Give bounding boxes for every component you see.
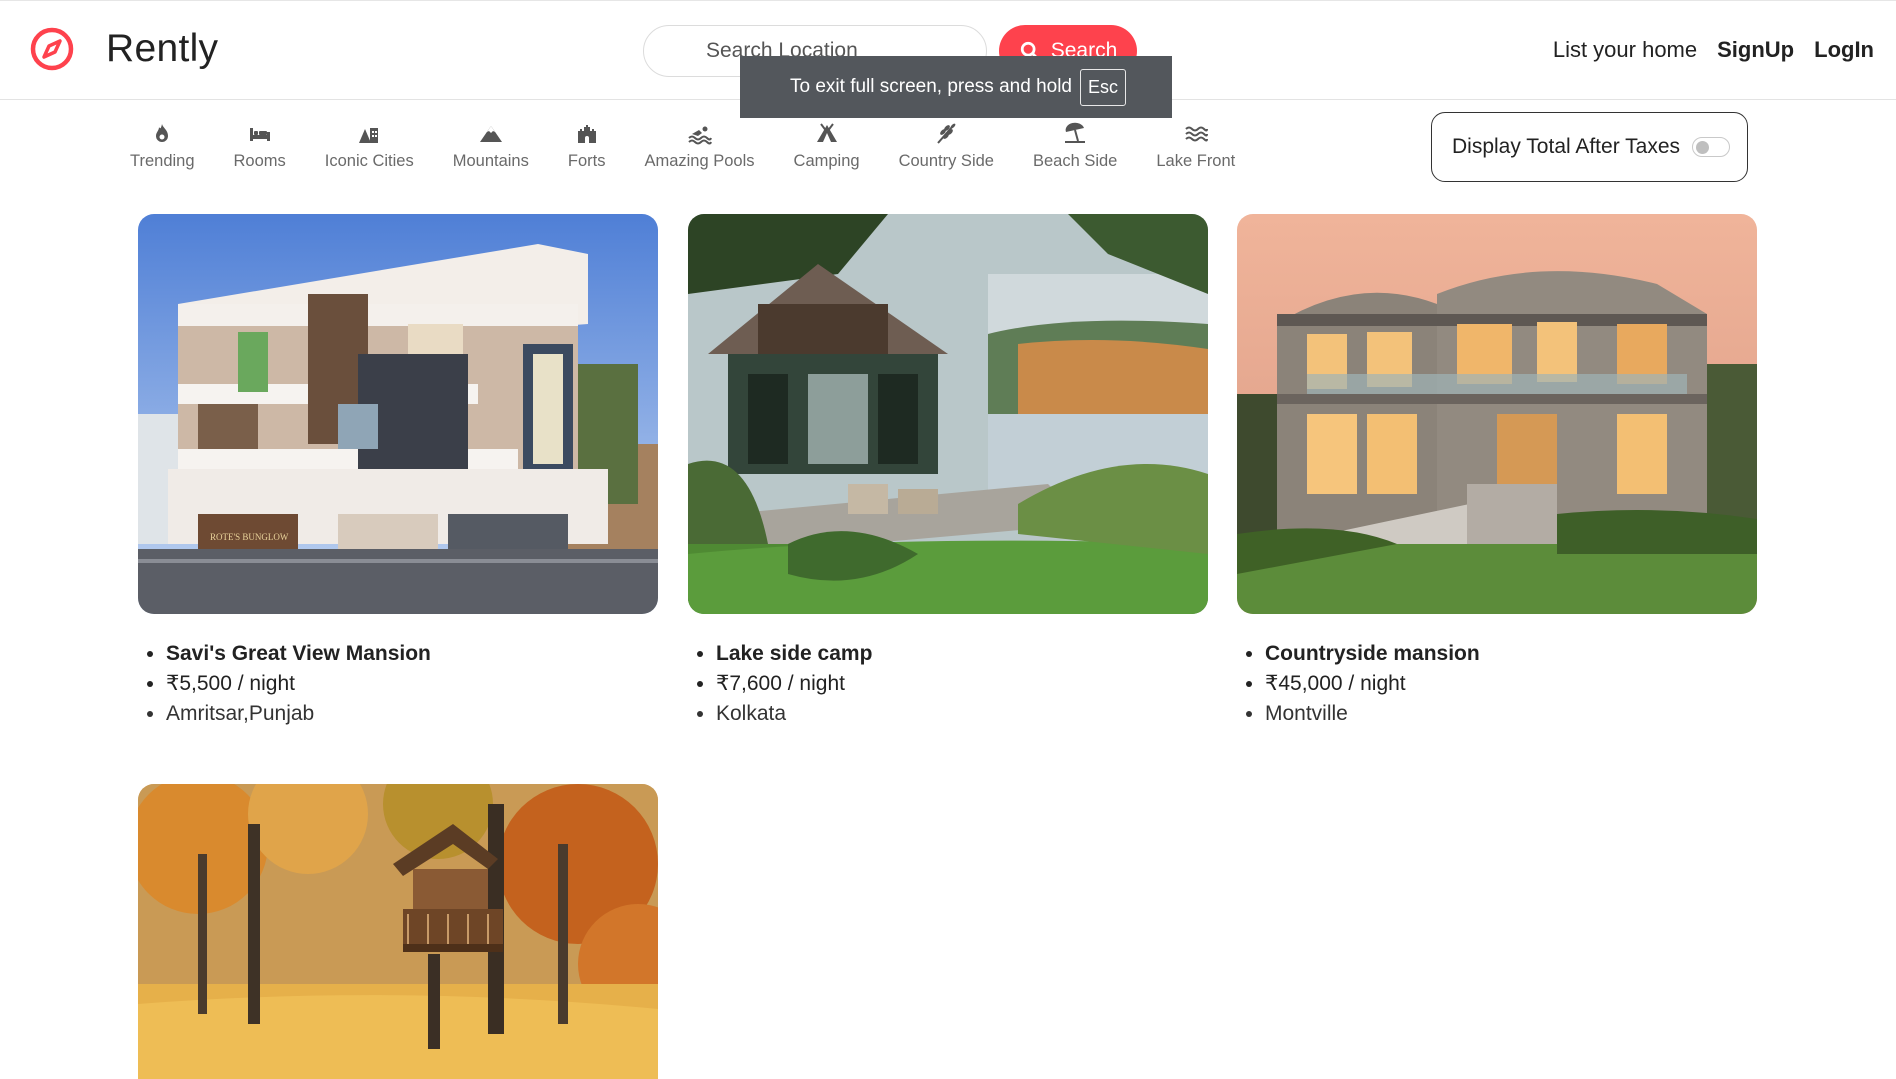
signup-link[interactable]: SignUp: [1717, 37, 1794, 63]
compass-icon: [30, 27, 74, 71]
treehouse-photo: [138, 784, 658, 1079]
filter-country-side[interactable]: Country Side: [899, 122, 994, 171]
filter-label: Country Side: [898, 152, 994, 170]
filter-iconic-cities[interactable]: Iconic Cities: [325, 122, 414, 171]
login-link[interactable]: LogIn: [1814, 37, 1874, 63]
listing-card[interactable]: ROTE'S BUNGLOW Savi's Great View Mansion…: [138, 214, 658, 729]
city-icon: [359, 128, 379, 143]
listing-card[interactable]: [138, 784, 658, 1079]
water-icon: [1185, 126, 1208, 142]
house-sign-text: ROTE'S BUNGLOW: [210, 532, 289, 542]
filter-label: Camping: [793, 152, 860, 170]
nav-links: List your home SignUp LogIn: [1553, 37, 1874, 63]
filter-beach-side[interactable]: Beach Side: [1033, 122, 1117, 171]
listing-location: Kolkata: [716, 699, 1208, 729]
brand-name: Rently: [106, 27, 219, 70]
listing-photo[interactable]: ROTE'S BUNGLOW: [138, 214, 658, 614]
mansion-photo: ROTE'S BUNGLOW: [138, 214, 658, 614]
fullscreen-exit-toast: To exit full screen, press and hold Esc: [740, 56, 1172, 118]
listing-details: Savi's Great View Mansion ₹5,500 / night…: [166, 639, 658, 729]
listing-price: ₹7,600 / night: [716, 669, 1208, 699]
filter-label: Trending: [130, 152, 195, 170]
listing-price: ₹5,500 / night: [166, 669, 658, 699]
fire-icon: [156, 124, 169, 142]
tax-toggle-switch[interactable]: [1692, 137, 1731, 157]
listing-title: Savi's Great View Mansion: [166, 639, 658, 669]
umbrella-beach-icon: [1065, 122, 1086, 143]
filter-amazing-pools[interactable]: Amazing Pools: [644, 122, 755, 171]
filter-label: Lake Front: [1156, 152, 1236, 170]
brand-logo-link[interactable]: Rently: [28, 25, 218, 73]
listing-card[interactable]: Lake side camp ₹7,600 / night Kolkata: [688, 214, 1208, 729]
tax-toggle-label: Display Total After Taxes: [1452, 135, 1681, 158]
filter-label: Iconic Cities: [324, 152, 414, 170]
filter-trending[interactable]: Trending: [130, 122, 195, 171]
filter-forts[interactable]: Forts: [567, 122, 606, 171]
filter-mountains[interactable]: Mountains: [453, 122, 529, 171]
filter-label: Rooms: [233, 152, 286, 170]
fort-icon: [577, 125, 596, 143]
listing-price: ₹45,000 / night: [1265, 669, 1757, 699]
filter-rooms[interactable]: Rooms: [234, 122, 286, 171]
bed-icon: [249, 128, 270, 141]
listing-card[interactable]: Countryside mansion ₹45,000 / night Mont…: [1237, 214, 1757, 729]
filter-label: Amazing Pools: [644, 152, 755, 170]
list-your-home-link[interactable]: List your home: [1553, 37, 1697, 63]
mountain-icon: [479, 126, 502, 142]
filter-label: Forts: [567, 152, 606, 170]
listing-title: Lake side camp: [716, 639, 1208, 669]
wheat-icon: [937, 123, 956, 144]
listing-photo[interactable]: [688, 214, 1208, 614]
listing-photo[interactable]: [1237, 214, 1757, 614]
category-filters: Trending Rooms Iconic Cities Mountains F…: [130, 122, 1274, 171]
filter-camping[interactable]: Camping: [794, 122, 860, 171]
listing-location: Montville: [1265, 699, 1757, 729]
tent-icon: [816, 123, 837, 142]
filter-lake-front[interactable]: Lake Front: [1156, 122, 1235, 171]
filter-label: Beach Side: [1032, 152, 1118, 170]
lake-camp-photo: [688, 214, 1208, 614]
tax-toggle-box[interactable]: Display Total After Taxes: [1431, 112, 1748, 182]
listing-details: Lake side camp ₹7,600 / night Kolkata: [716, 639, 1208, 729]
listing-details: Countryside mansion ₹45,000 / night Mont…: [1265, 639, 1757, 729]
esc-key-badge: Esc: [1080, 68, 1127, 106]
listing-location: Amritsar,Punjab: [166, 699, 658, 729]
toast-text: To exit full screen, press and hold: [790, 76, 1072, 97]
listing-title: Countryside mansion: [1265, 639, 1757, 669]
filter-label: Mountains: [452, 152, 529, 170]
pool-icon: [687, 126, 712, 145]
switch-knob: [1696, 141, 1710, 154]
countryside-mansion-photo: [1237, 214, 1757, 614]
listing-photo[interactable]: [138, 784, 658, 1079]
